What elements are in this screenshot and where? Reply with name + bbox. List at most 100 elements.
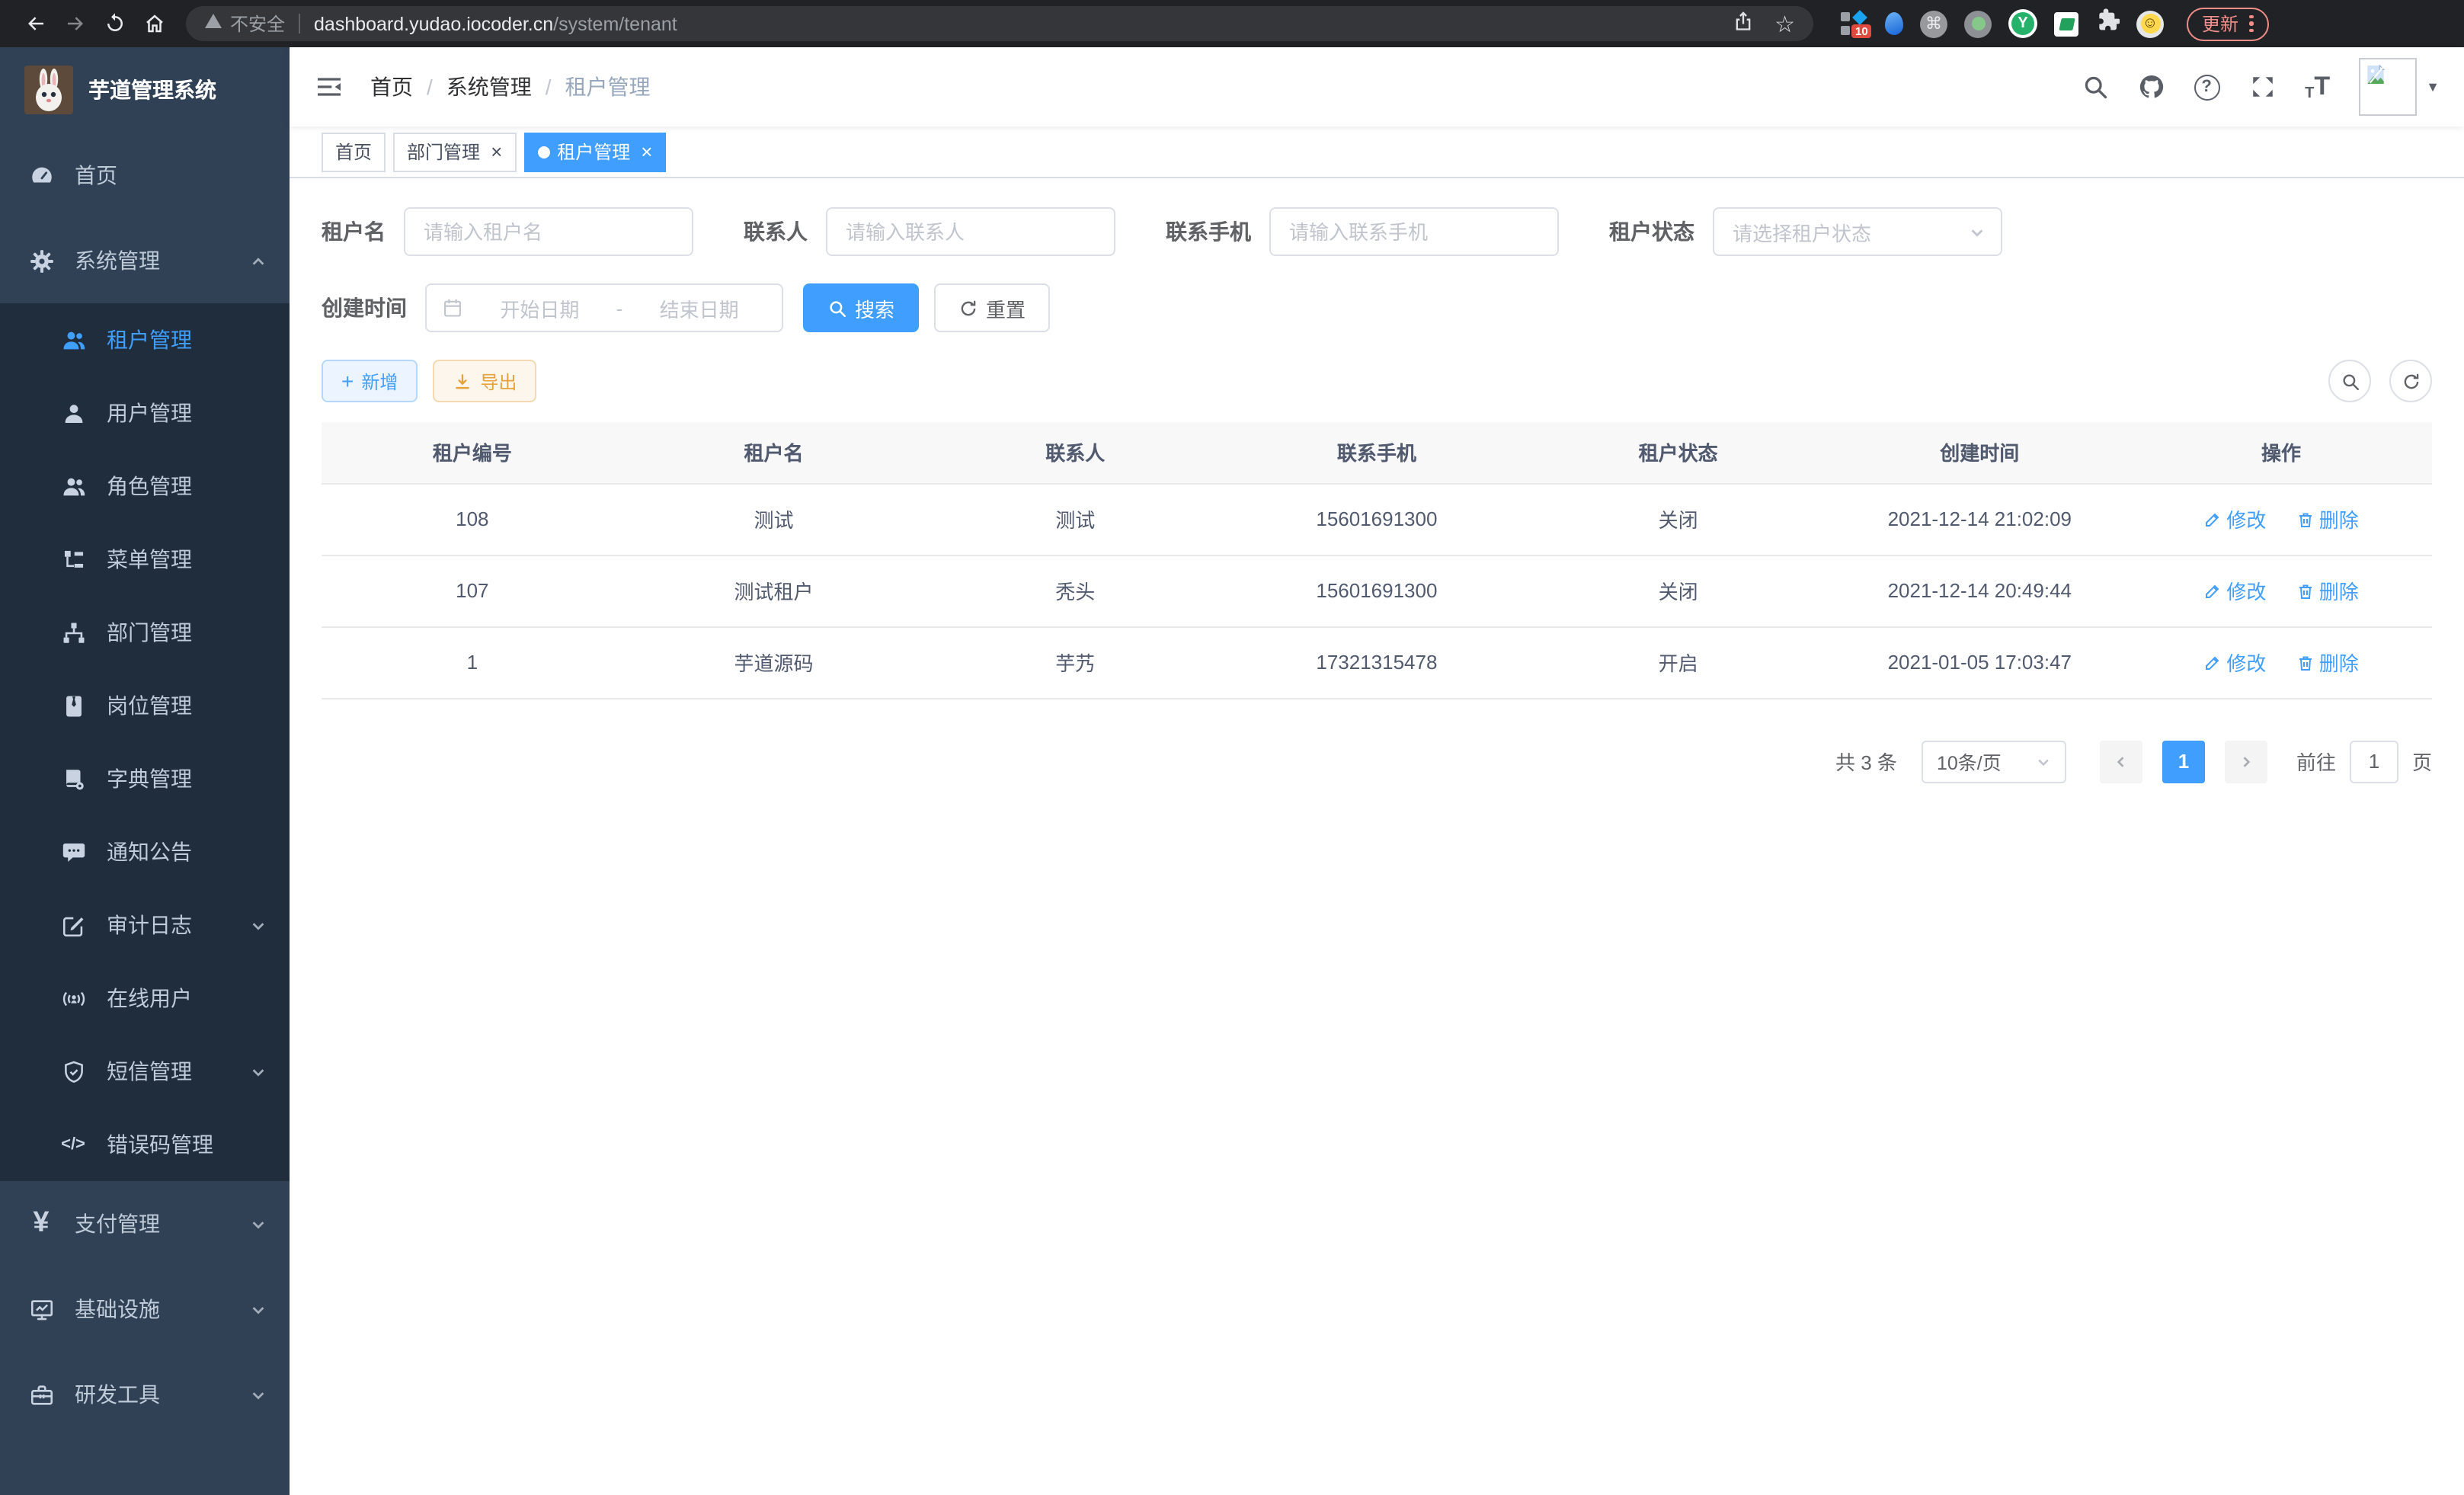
breadcrumb-separator: /: [427, 75, 433, 99]
edit-link[interactable]: 修改: [2203, 576, 2266, 605]
share-icon[interactable]: [1732, 11, 1753, 37]
user-avatar-menu[interactable]: ▼: [2359, 58, 2440, 116]
prev-page-button[interactable]: [2100, 740, 2142, 783]
chrome-menu-icon[interactable]: [2249, 15, 2253, 33]
add-button[interactable]: + 新增: [322, 360, 418, 402]
sidebar-collapse-icon[interactable]: [314, 72, 344, 102]
address-bar[interactable]: 不安全 dashboard.yudao.iocoder.cn/system/te…: [186, 6, 1813, 41]
sidebar-item-user[interactable]: 用户管理: [0, 376, 290, 450]
goto-page-input[interactable]: [2350, 740, 2398, 783]
cell-status: 开启: [1528, 626, 1829, 698]
sidebar-item-tenant[interactable]: 租户管理: [0, 303, 290, 376]
sidebar-item-dict[interactable]: 字典管理: [0, 742, 290, 815]
delete-link[interactable]: 删除: [2296, 576, 2359, 605]
sidebar-item-notice[interactable]: 通知公告: [0, 815, 290, 888]
sidebar-item-home[interactable]: 首页: [0, 133, 290, 218]
cell-contact: 测试: [924, 483, 1226, 555]
delete-link[interactable]: 删除: [2296, 648, 2359, 677]
extension-recorder-icon[interactable]: [1964, 10, 1992, 37]
github-icon[interactable]: [2137, 73, 2165, 101]
sidebar-item-audit-log[interactable]: 审计日志: [0, 888, 290, 962]
close-icon[interactable]: ×: [641, 142, 652, 162]
sidebar-item-online-users[interactable]: 在线用户: [0, 962, 290, 1035]
contact-input[interactable]: [826, 207, 1115, 256]
cell-id: 108: [322, 483, 623, 555]
reset-button-label: 重置: [986, 293, 1026, 322]
chrome-update-button[interactable]: 更新: [2187, 7, 2268, 40]
sidebar-item-system[interactable]: 系统管理: [0, 218, 290, 303]
browser-home-icon[interactable]: [134, 4, 174, 43]
refresh-table-button[interactable]: [2389, 360, 2432, 402]
status-select[interactable]: 请选择租户状态: [1713, 207, 2002, 256]
breadcrumb-home[interactable]: 首页: [370, 72, 413, 102]
next-page-button[interactable]: [2225, 740, 2267, 783]
monitor-icon: [26, 1296, 56, 1322]
tab-dept[interactable]: 部门管理 ×: [393, 132, 516, 171]
search-icon: [2340, 371, 2360, 391]
extension-command-icon[interactable]: ⌘: [1920, 10, 1947, 37]
not-secure-warning[interactable]: 不安全: [204, 11, 285, 37]
reset-button[interactable]: 重置: [934, 283, 1050, 332]
help-icon[interactable]: ?: [2194, 74, 2219, 100]
phone-label: 联系手机: [1166, 216, 1251, 247]
phone-input[interactable]: [1269, 207, 1559, 256]
export-button[interactable]: 导出: [433, 360, 536, 402]
fullscreen-icon[interactable]: [2248, 73, 2276, 101]
sidebar-item-payment[interactable]: ¥ 支付管理: [0, 1181, 290, 1266]
sidebar-item-label: 在线用户: [107, 983, 192, 1013]
pencil-icon: [2203, 653, 2222, 671]
page-size-select[interactable]: 10条/页: [1922, 740, 2066, 783]
show-search-toggle-button[interactable]: [2328, 360, 2371, 402]
cell-phone: 17321315478: [1226, 626, 1528, 698]
extension-grid-icon[interactable]: 10: [1841, 11, 1868, 36]
breadcrumb: 首页 / 系统管理 / 租户管理: [370, 72, 651, 102]
chevron-right-icon: [2238, 754, 2254, 769]
sidebar-item-label: 部门管理: [107, 617, 192, 648]
tab-tenant[interactable]: 租户管理 ×: [523, 132, 666, 171]
extension-balloon-icon[interactable]: [1885, 12, 1903, 35]
sidebar-item-error-code[interactable]: </> 错误码管理: [0, 1108, 290, 1181]
sidebar-item-menu[interactable]: 菜单管理: [0, 523, 290, 596]
pencil-icon: [2203, 581, 2222, 600]
header-search-icon[interactable]: [2081, 73, 2108, 101]
sidebar-item-post[interactable]: 岗位管理: [0, 669, 290, 742]
extensions-puzzle-icon[interactable]: [2095, 8, 2120, 40]
delete-link[interactable]: 删除: [2296, 504, 2359, 533]
tree-table-icon: [58, 546, 88, 572]
sidebar-item-sms[interactable]: 短信管理: [0, 1035, 290, 1108]
browser-reload-icon[interactable]: [94, 4, 134, 43]
tab-home[interactable]: 首页: [322, 132, 386, 171]
font-size-icon[interactable]: TT: [2305, 72, 2330, 102]
sidebar-item-infrastructure[interactable]: 基础设施: [0, 1266, 290, 1352]
trash-icon: [2296, 510, 2315, 528]
sidebar-item-role[interactable]: 角色管理: [0, 450, 290, 523]
close-icon[interactable]: ×: [491, 142, 502, 162]
gear-icon: [26, 248, 56, 274]
edit-link[interactable]: 修改: [2203, 648, 2266, 677]
avatar-broken-image: [2359, 58, 2417, 116]
profile-avatar-icon[interactable]: ☺: [2136, 10, 2164, 37]
sidebar-item-dept[interactable]: 部门管理: [0, 596, 290, 669]
extension-chat-icon[interactable]: [2054, 11, 2078, 36]
tenant-name-input[interactable]: [404, 207, 693, 256]
search-button[interactable]: 搜索: [803, 283, 919, 332]
sidebar-item-dev-tools[interactable]: 研发工具: [0, 1352, 290, 1437]
sidebar-logo[interactable]: 芋道管理系统: [0, 47, 290, 133]
contact-label: 联系人: [744, 216, 808, 247]
sidebar-item-label: 首页: [75, 160, 117, 190]
caret-down-icon: ▼: [2426, 79, 2440, 94]
edit-link[interactable]: 修改: [2203, 504, 2266, 533]
message-icon: [58, 839, 88, 865]
table-header-row: 租户编号 租户名 联系人 联系手机 租户状态 创建时间 操作: [322, 422, 2432, 483]
date-range-picker[interactable]: 开始日期 - 结束日期: [425, 283, 783, 332]
browser-back-icon[interactable]: [15, 4, 55, 43]
status-select-placeholder: 请选择租户状态: [1733, 217, 1871, 246]
extension-y-icon[interactable]: Y: [2008, 9, 2037, 38]
browser-forward-icon[interactable]: [55, 4, 94, 43]
sidebar-item-label: 基础设施: [75, 1294, 160, 1324]
col-actions: 操作: [2130, 422, 2432, 483]
page-number-button[interactable]: 1: [2162, 740, 2205, 783]
bookmark-star-icon[interactable]: ☆: [1774, 10, 1795, 37]
breadcrumb-system[interactable]: 系统管理: [446, 72, 532, 102]
extension-badge: 10: [1851, 24, 1872, 38]
